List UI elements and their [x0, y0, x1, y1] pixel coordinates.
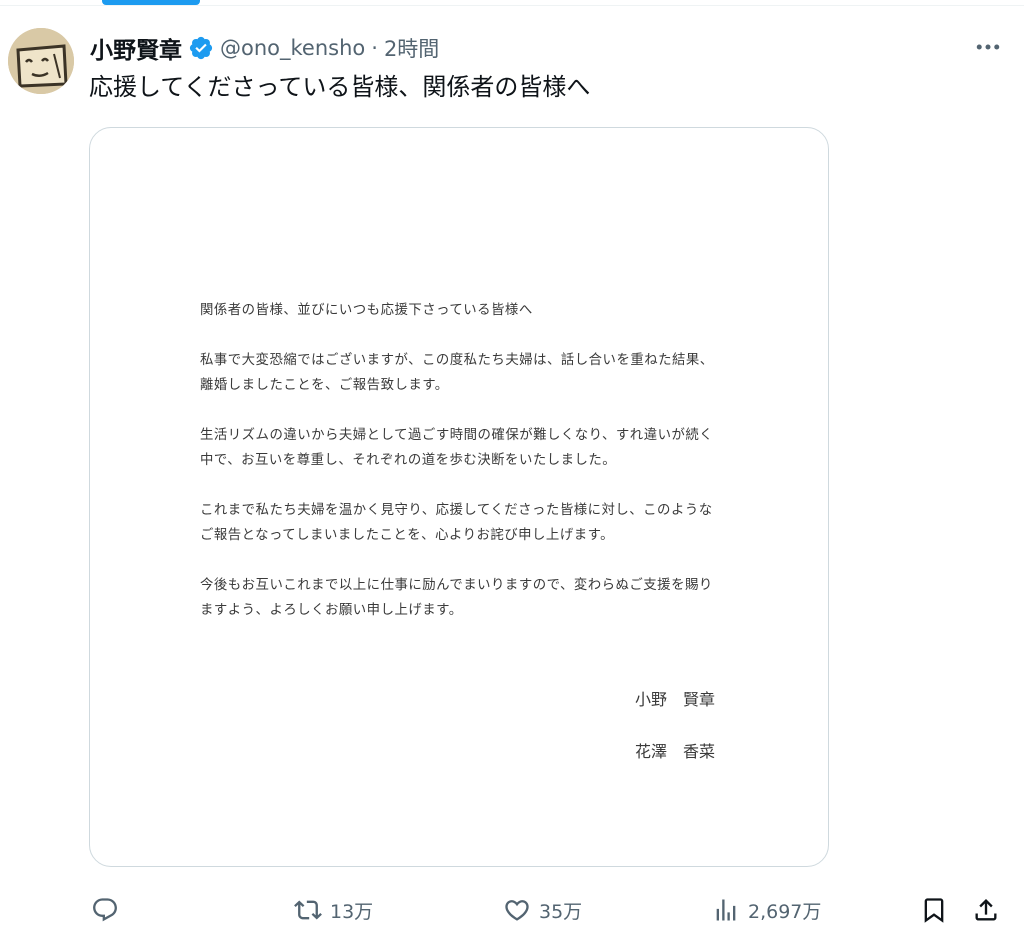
views-chart-icon — [712, 896, 740, 924]
more-icon[interactable] — [968, 32, 1008, 62]
signature-hanazawa: 花澤 香菜 — [635, 742, 716, 761]
separator-dot: · — [371, 36, 378, 60]
heart-icon — [503, 896, 531, 924]
tweet-header: 小野賢章 @ono_kensho · 2時間 — [90, 30, 439, 66]
top-divider — [0, 5, 1024, 6]
letter-paragraph: これまで私たち夫婦を温かく見守り、応援してくださった皆様に対し、このような ご報… — [200, 503, 713, 543]
share-button[interactable] — [972, 890, 1000, 930]
display-name[interactable]: 小野賢章 — [90, 31, 182, 65]
letter-paragraph: 私事で大変恐縮ではございますが、この度私たち夫婦は、話し合いを重ねた結果、 離婚… — [200, 353, 714, 393]
like-count: 35万 — [539, 900, 583, 923]
views-button[interactable]: 2,697万 — [712, 890, 821, 930]
share-icon — [972, 896, 1000, 924]
handle[interactable]: @ono_kensho — [220, 36, 365, 60]
signature-ono: 小野 賢章 — [635, 690, 716, 709]
views-count: 2,697万 — [748, 900, 822, 923]
retweet-button[interactable]: 13万 — [294, 890, 373, 930]
letter-paragraph: 今後もお互いこれまで以上に仕事に励んでまいりますので、変わらぬご支援を賜り ます… — [200, 578, 713, 618]
letter-greeting: 関係者の皆様、並びにいつも応援下さっている皆様へ — [200, 303, 533, 318]
reply-icon — [91, 896, 119, 924]
timestamp[interactable]: 2時間 — [384, 33, 439, 63]
verified-badge-icon[interactable] — [188, 35, 214, 61]
statement-letter: 関係者の皆様、並びにいつも応援下さっている皆様へ 私事で大変恐縮ではございますが… — [200, 298, 760, 648]
letter-paragraph: 生活リズムの違いから夫婦として過ごす時間の確保が難しくなり、すれ違いが続く 中で… — [200, 428, 714, 468]
retweet-icon — [294, 896, 322, 924]
retweet-count: 13万 — [330, 900, 374, 923]
tweet-text: 応援してくださっている皆様、関係者の皆様へ — [89, 73, 591, 101]
bookmark-icon — [920, 896, 948, 924]
active-tab-indicator — [102, 0, 200, 5]
reply-button[interactable] — [91, 890, 119, 930]
like-button[interactable]: 35万 — [503, 890, 582, 930]
tweet-image[interactable]: 関係者の皆様、並びにいつも応援下さっている皆様へ 私事で大変恐縮ではございますが… — [89, 127, 829, 867]
tweet-actions: 13万 35万 2,697万 — [0, 890, 1024, 930]
avatar[interactable] — [8, 28, 74, 94]
bookmark-button[interactable] — [920, 890, 948, 930]
